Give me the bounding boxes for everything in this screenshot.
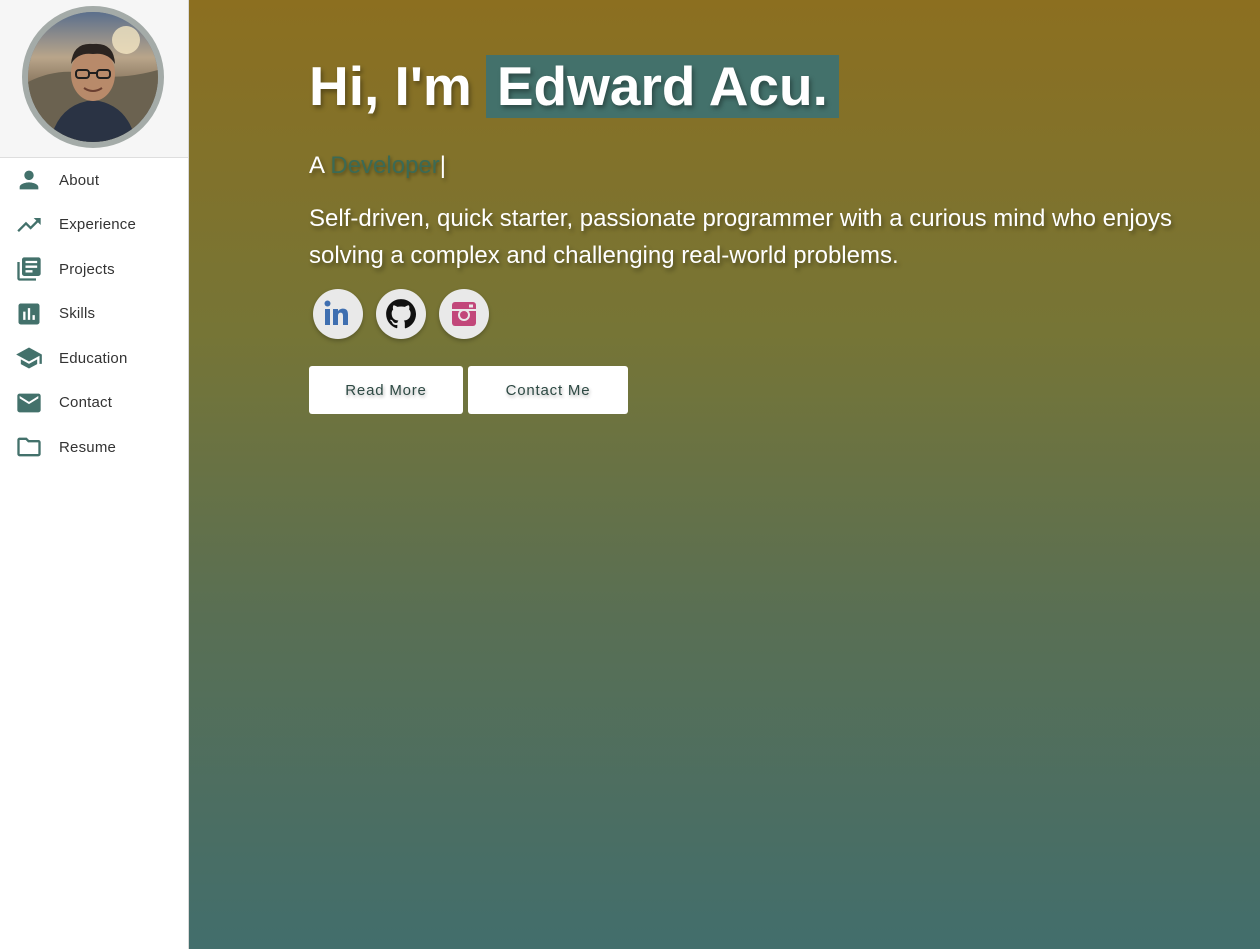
tagline-prefix: A (309, 152, 324, 179)
sidebar-item-label: Skills (59, 305, 96, 323)
folder-icon (15, 433, 43, 461)
linkedin-icon (324, 300, 348, 325)
hero-content: Hi, I'm Edward Acu. A Developer| Self-dr… (309, 55, 1209, 414)
linkedin-link[interactable] (313, 289, 363, 339)
sidebar-item-label: Education (59, 349, 128, 367)
trending-up-icon (15, 211, 43, 239)
sidebar-item-label: Projects (59, 260, 115, 278)
instagram-link[interactable] (439, 289, 489, 339)
sidebar-item-label: About (59, 171, 100, 189)
contact-me-button[interactable]: Contact Me (468, 366, 628, 414)
avatar-photo (28, 12, 158, 142)
avatar (22, 6, 164, 148)
sidebar-item-resume[interactable]: Resume (0, 425, 188, 470)
profile-header (0, 0, 188, 158)
sidebar-item-contact[interactable]: Contact (0, 381, 188, 426)
sidebar-item-education[interactable]: Education (0, 336, 188, 381)
hero-description: Self-driven, quick starter, passionate p… (309, 205, 1173, 269)
instagram-icon (452, 302, 476, 326)
typing-cursor: | (439, 152, 446, 179)
sidebar-item-label: Contact (59, 394, 113, 412)
library-books-icon (15, 255, 43, 283)
sidebar-item-experience[interactable]: Experience (0, 203, 188, 248)
github-link[interactable] (376, 289, 426, 339)
bar-chart-icon (15, 300, 43, 328)
hero-actions: Read More Contact Me (309, 366, 1209, 414)
sidebar-item-label: Resume (59, 438, 117, 456)
typed-role: Developer (330, 152, 440, 179)
sidebar: About Experience Projects Skills Educati… (0, 0, 189, 949)
github-icon (386, 299, 417, 329)
social-links (313, 289, 1209, 339)
greeting-prefix: Hi, I'm (309, 55, 472, 117)
hero-name: Edward Acu. (485, 55, 839, 118)
read-more-button[interactable]: Read More (309, 366, 463, 414)
sidebar-item-label: Experience (59, 216, 137, 234)
sidebar-item-skills[interactable]: Skills (0, 292, 188, 337)
hero-section: Hi, I'm Edward Acu. A Developer| Self-dr… (189, 0, 1260, 949)
app: About Experience Projects Skills Educati… (0, 0, 1260, 949)
sidebar-item-projects[interactable]: Projects (0, 247, 188, 292)
school-icon (15, 344, 43, 372)
hero-heading: Hi, I'm Edward Acu. (309, 55, 1209, 118)
mail-icon (15, 389, 43, 417)
sidebar-item-about[interactable]: About (0, 158, 188, 203)
sidebar-nav: About Experience Projects Skills Educati… (0, 158, 188, 470)
hero-tagline: A Developer| (309, 151, 1209, 181)
person-icon (15, 166, 43, 194)
